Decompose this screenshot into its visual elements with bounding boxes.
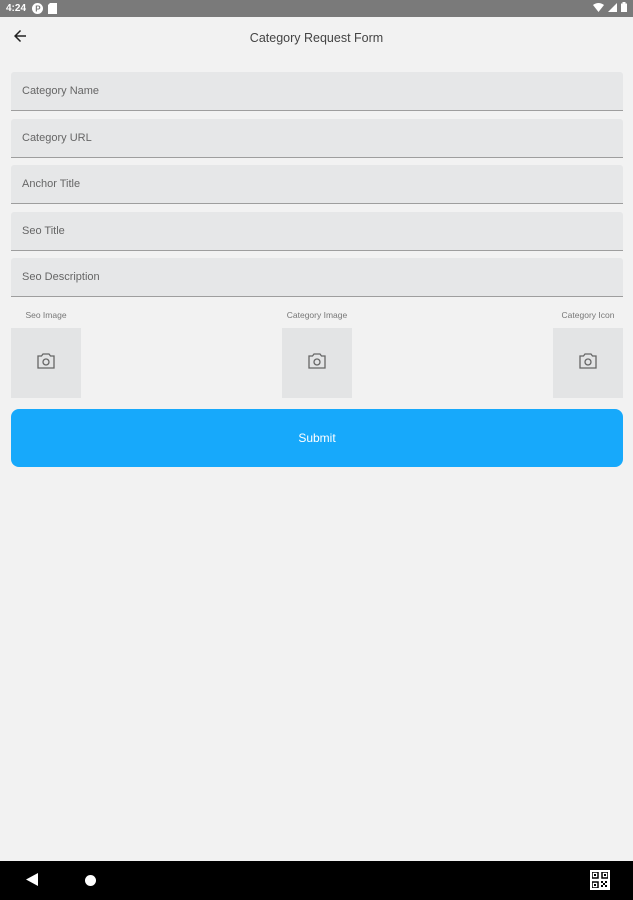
qr-code-icon[interactable] bbox=[590, 870, 610, 890]
camera-icon bbox=[579, 352, 597, 374]
camera-icon bbox=[308, 352, 326, 374]
signal-icon bbox=[608, 2, 617, 15]
submit-button[interactable]: Submit bbox=[11, 409, 623, 467]
seo-title-field[interactable] bbox=[11, 211, 623, 251]
category-name-input[interactable] bbox=[22, 85, 623, 97]
seo-description-input[interactable] bbox=[22, 271, 623, 283]
p-circle-icon: P bbox=[32, 3, 44, 14]
sd-card-icon bbox=[48, 3, 58, 14]
category-icon-label: Category Icon bbox=[561, 310, 615, 320]
camera-icon bbox=[37, 352, 55, 374]
arrow-left-icon bbox=[11, 27, 29, 50]
wifi-icon bbox=[593, 2, 604, 15]
category-icon-section: Category Icon bbox=[553, 308, 623, 398]
anchor-title-input[interactable] bbox=[22, 178, 623, 190]
seo-title-input[interactable] bbox=[22, 224, 623, 237]
app-bar: Category Request Form bbox=[0, 17, 633, 59]
page-title: Category Request Form bbox=[249, 31, 384, 45]
category-icon-picker[interactable] bbox=[553, 328, 623, 398]
category-request-form bbox=[11, 72, 623, 305]
anchor-title-field[interactable] bbox=[11, 165, 623, 204]
back-button[interactable] bbox=[8, 26, 32, 50]
seo-description-field[interactable] bbox=[11, 258, 623, 297]
category-url-input[interactable] bbox=[22, 131, 623, 144]
status-time: 4:24 bbox=[6, 3, 27, 14]
category-image-label: Category Image bbox=[286, 310, 348, 320]
category-image-section: Category Image bbox=[282, 308, 352, 398]
system-nav-bar bbox=[0, 861, 633, 900]
svg-text:P: P bbox=[35, 5, 41, 14]
seo-image-section: Seo Image bbox=[11, 308, 81, 398]
category-image-picker[interactable] bbox=[282, 328, 352, 398]
seo-image-picker[interactable] bbox=[11, 328, 81, 398]
category-url-field[interactable] bbox=[11, 118, 623, 158]
status-bar: 4:24 P bbox=[0, 0, 633, 17]
nav-home-icon[interactable] bbox=[85, 875, 96, 886]
nav-back-icon[interactable] bbox=[26, 873, 38, 891]
image-pickers: Seo Image Category Image Category Icon bbox=[11, 308, 623, 400]
battery-icon bbox=[621, 2, 627, 15]
status-icons bbox=[593, 2, 627, 15]
seo-image-label: Seo Image bbox=[25, 310, 67, 320]
category-name-field[interactable] bbox=[11, 72, 623, 111]
